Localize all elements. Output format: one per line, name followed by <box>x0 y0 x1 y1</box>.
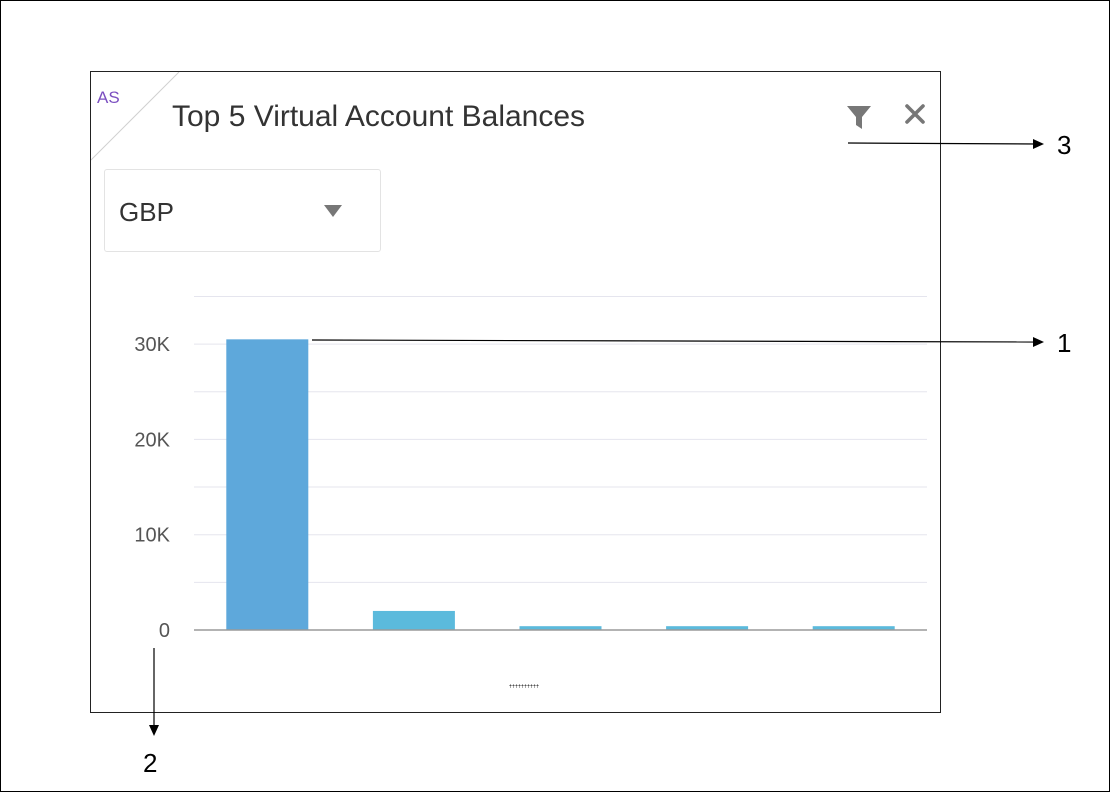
currency-dropdown[interactable]: GBP <box>104 169 381 252</box>
y-tick-label: 20K <box>134 429 170 451</box>
chart-bar <box>372 610 455 630</box>
corner-badge <box>91 72 180 161</box>
chart-bar <box>226 339 309 630</box>
chevron-down-icon <box>324 205 342 217</box>
currency-selected-value: GBP <box>119 197 174 227</box>
callout-label-3: 3 <box>1057 130 1072 160</box>
y-tick-label: 30K <box>134 334 170 356</box>
screenshot-frame: AS Top 5 Virtual Account Balances GBP 0 1… <box>0 0 1110 792</box>
close-icon[interactable] <box>903 102 927 126</box>
y-tick-label: 10K <box>134 525 170 547</box>
bar-chart: 0 10K 20K 30K <box>134 295 927 642</box>
resize-handle[interactable] <box>509 684 539 688</box>
callout-label-2: 2 <box>143 748 158 778</box>
filter-icon[interactable] <box>845 103 873 131</box>
badge-label: AS <box>97 88 120 107</box>
widget-title: Top 5 Virtual Account Balances <box>172 100 586 133</box>
dashboard-widget: AS Top 5 Virtual Account Balances GBP 0 1… <box>90 71 941 713</box>
callout-label-1: 1 <box>1057 328 1072 358</box>
y-tick-label: 0 <box>159 620 170 642</box>
